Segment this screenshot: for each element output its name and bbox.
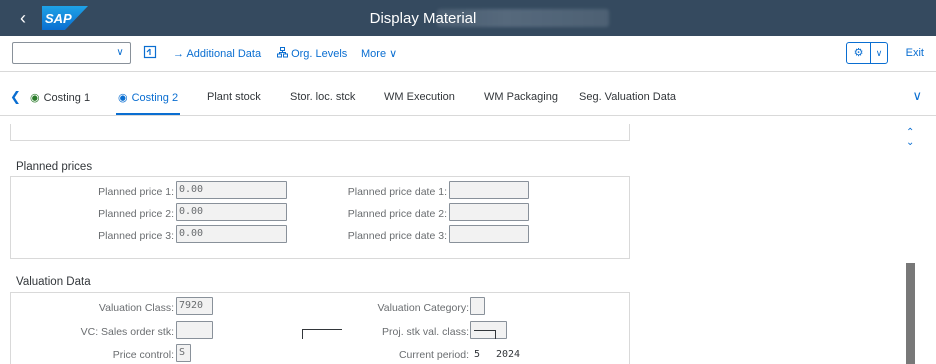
- help-menu-icon[interactable]: ⚙: [847, 43, 871, 63]
- costing-icon: ◉: [30, 92, 40, 104]
- valuation-category-field[interactable]: [470, 297, 485, 315]
- tab-costing-2[interactable]: ◉ Costing 2: [116, 91, 181, 115]
- planned-prices-group: Planned price 1: 0.00 Planned price date…: [10, 176, 630, 259]
- vc-sales-order-stk-field[interactable]: [176, 321, 213, 339]
- previous-group-box: [10, 124, 630, 141]
- active-tab-underline: [116, 113, 181, 115]
- tab-seg-valuation-data[interactable]: Seg. Valuation Data: [579, 91, 676, 103]
- valuation-data-group: Valuation Class: 7920 Valuation Category…: [10, 292, 630, 364]
- planned-price-date-2-field[interactable]: [449, 203, 529, 221]
- vertical-scrollbar[interactable]: [906, 263, 915, 364]
- chevron-down-icon[interactable]: ∨: [871, 43, 887, 63]
- tab-bar: ❮ ◉ Costing 1 ◉ Costing 2 Plant stock Stor…: [0, 80, 936, 116]
- vc-sales-order-stk-label: VC: Sales order stk:: [80, 326, 174, 338]
- display-toggle-icon[interactable]: [143, 45, 157, 61]
- org-levels-button[interactable]: Org. Levels: [277, 47, 347, 61]
- planned-price-2-label: Planned price 2:: [98, 208, 174, 220]
- chevron-down-icon[interactable]: ∨: [912, 88, 922, 104]
- content-area: ⌃ ⌄ Planned prices Planned price 1: 0.00 …: [0, 117, 936, 364]
- current-period-year: 2024: [496, 349, 521, 360]
- valuation-category-label: Valuation Category:: [377, 302, 469, 314]
- screen-variant-combo[interactable]: ∨: [12, 42, 131, 64]
- planned-price-1-label: Planned price 1:: [98, 186, 174, 198]
- cursor-line: [302, 329, 342, 330]
- chevron-left-icon[interactable]: ❮: [10, 89, 21, 105]
- planned-price-3-label: Planned price 3:: [98, 230, 174, 242]
- tab-plant-stock[interactable]: Plant stock: [207, 91, 261, 103]
- cursor-line: [302, 329, 303, 339]
- tab-wm-execution[interactable]: WM Execution: [384, 91, 455, 103]
- planned-prices-title: Planned prices: [16, 161, 93, 173]
- current-period-month: 5: [474, 349, 481, 360]
- planned-price-date-2-label: Planned price date 2:: [347, 208, 447, 220]
- scroll-up-down-icon[interactable]: ⌃ ⌄: [906, 128, 914, 148]
- price-control-field[interactable]: S: [176, 344, 191, 362]
- valuation-class-label: Valuation Class:: [98, 302, 174, 314]
- planned-price-date-3-field[interactable]: [449, 225, 529, 243]
- chevron-down-icon[interactable]: ∨: [112, 44, 128, 62]
- planned-price-2-field[interactable]: 0.00: [176, 203, 287, 221]
- action-split-button[interactable]: ⚙ ∨: [846, 42, 888, 64]
- exit-button[interactable]: Exit: [906, 47, 924, 59]
- valuation-class-field[interactable]: 7920: [176, 297, 213, 315]
- costing-icon: ◉: [118, 92, 128, 104]
- cursor-line: [495, 330, 496, 339]
- tab-stor-loc-stck[interactable]: Stor. loc. stck: [290, 91, 355, 103]
- planned-price-date-3-label: Planned price date 3:: [347, 230, 447, 242]
- planned-price-date-1-field[interactable]: [449, 181, 529, 199]
- planned-price-3-field[interactable]: 0.00: [176, 225, 287, 243]
- shell-bar: ‹ SAP Display Material: [0, 0, 936, 36]
- additional-data-button[interactable]: → Additional Data: [173, 47, 261, 61]
- current-period-label: Current period:: [398, 349, 469, 361]
- more-menu-button[interactable]: More ∨: [361, 47, 397, 61]
- price-control-label: Price control:: [112, 349, 174, 361]
- proj-stk-val-class-label: Proj. stk val. class:: [382, 326, 469, 338]
- planned-price-1-field[interactable]: 0.00: [176, 181, 287, 199]
- tab-costing-1[interactable]: ◉ Costing 1: [30, 91, 90, 104]
- toolbar: ∨ → Additional Data Org. Levels More ∨ ⚙…: [0, 36, 936, 72]
- tab-wm-packaging[interactable]: WM Packaging: [484, 91, 558, 103]
- valuation-data-title: Valuation Data: [16, 276, 91, 288]
- cursor-line: [474, 330, 496, 331]
- planned-price-date-1-label: Planned price date 1:: [347, 186, 447, 198]
- page-title: Display Material: [369, 10, 477, 27]
